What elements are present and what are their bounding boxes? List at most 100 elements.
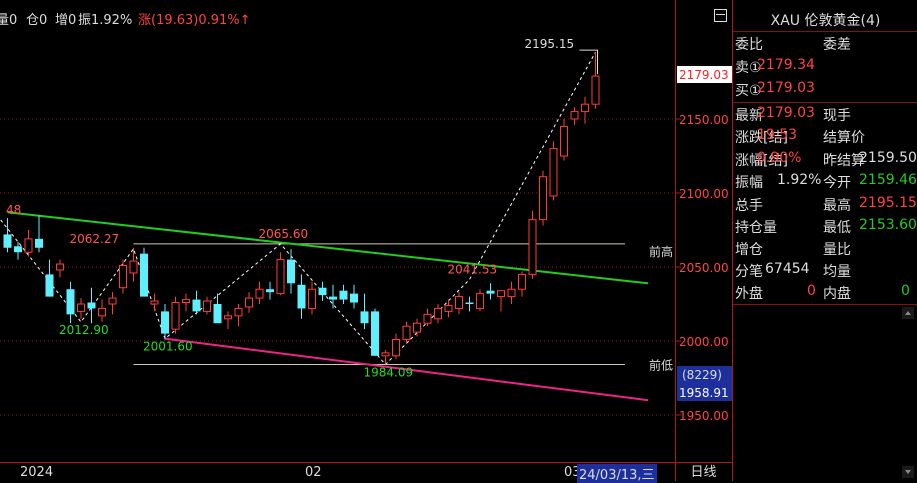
candle-body-up [591, 75, 600, 105]
candle-body-down [339, 290, 348, 300]
price-annotation: 2065.60 [259, 227, 309, 241]
quote-label: 最低 [823, 220, 851, 236]
candle-body-up [171, 302, 180, 330]
quote-value: 2159.50 [859, 150, 917, 166]
candle-body-up [476, 293, 484, 309]
quote-value: 2179.34 [757, 57, 815, 73]
quote-label: 持仓量 [735, 220, 777, 236]
candle-body-down [192, 299, 201, 312]
candle-body-up [497, 290, 505, 298]
price-annotation: 2062.27 [70, 232, 120, 246]
candle-body-up [455, 296, 463, 309]
instrument-title: XAU 伦敦黄金(4) [770, 13, 881, 29]
candle-body-up [108, 297, 117, 305]
candle-body-down [329, 296, 337, 300]
scroll-down-button[interactable] [902, 466, 914, 478]
quote-label: 内盘 [823, 286, 851, 302]
time-axis: 2024 02 03 24/03/13,三 [0, 462, 675, 483]
candle-body-up [423, 313, 432, 324]
xtick-label: 2024 [20, 465, 54, 480]
candle-body-up [413, 322, 421, 333]
price-annotation: 2012.90 [59, 323, 109, 337]
candle-body-down [297, 284, 306, 309]
candle-body-up [308, 288, 316, 309]
candle-body-up [581, 103, 589, 113]
level-label: 前低 [649, 358, 673, 373]
quote-label: 外盘 [735, 286, 763, 302]
candle-body-up [560, 125, 568, 157]
divider [733, 102, 917, 103]
candle-body-down [318, 287, 327, 296]
candle-body-down [350, 293, 358, 303]
quote-value: 0 [807, 283, 816, 299]
cursor-date-label: 24/03/13,三 [577, 464, 657, 483]
candle-body-down [486, 290, 495, 294]
price-annotation: 2195.15 [525, 37, 575, 51]
candlestick-chart[interactable]: 前高前低 2062.27 2065.60 2041.53 2195.15 2012.90… [0, 0, 675, 462]
quote-label: 现手 [823, 108, 851, 124]
axis-tick-label: 2100.00 [679, 187, 729, 201]
period-button[interactable]: 日线 [675, 462, 732, 482]
quote-value: 2195.15 [859, 195, 917, 211]
candle-body-up [98, 307, 106, 317]
quote-value: 2153.60 [859, 217, 917, 233]
candle-body-up [203, 300, 211, 312]
candle-body-down [213, 304, 222, 324]
quote-label: 量比 [823, 242, 851, 258]
candles-group [3, 52, 600, 365]
candle-body-up [528, 219, 537, 275]
quote-label: 结算价 [823, 130, 865, 146]
candle-body-down [87, 302, 96, 309]
candle-body-up [24, 238, 33, 253]
zigzag-line [0, 51, 596, 366]
candle-body-up [119, 265, 127, 289]
candle-body-up [276, 259, 285, 295]
divider [733, 304, 917, 305]
candle-body-up [518, 273, 526, 290]
candle-body-up [539, 176, 547, 221]
quote-label: 振幅 [735, 175, 763, 191]
candle-body-up [245, 297, 253, 308]
price-annotation: 1984.09 [364, 366, 414, 380]
axis-tick-label: 1950.00 [679, 409, 729, 423]
quote-value: 2179.03 [757, 105, 815, 121]
divider [733, 31, 917, 32]
candle-body-down [35, 238, 43, 248]
candle-body-up [77, 303, 85, 312]
cursor-price-label: 1958.91 [679, 386, 729, 400]
price-annotation: 2041.53 [448, 263, 498, 277]
price-grid [0, 118, 675, 416]
cursor-count-label: (8229) [682, 368, 722, 382]
candle-body-up [507, 288, 516, 298]
candle-body-up [234, 307, 243, 317]
price-axis-svg: 1950.00 2000.00 2050.00 2100.00 2150.00 2179.… [676, 66, 732, 423]
candle-body-up [224, 315, 232, 320]
maximize-icon[interactable] [714, 9, 727, 22]
quote-value: 1.92% [777, 172, 822, 188]
current-price-label: 2179.03 [679, 68, 729, 82]
candle-body-down [140, 253, 148, 297]
level-label: 前高 [649, 244, 673, 259]
quote-value: 0.90% [757, 150, 802, 166]
candle-body-up [150, 300, 159, 305]
candle-body-down [161, 311, 169, 334]
high-marker-line [579, 49, 598, 75]
candle-body-down [14, 246, 22, 253]
annotations: 2062.27 2065.60 2041.53 2195.15 2012.90 2001.… [6, 37, 598, 380]
quote-value: 19.53 [757, 127, 798, 143]
quote-label: 分笔 [735, 264, 763, 280]
candle-body-up [402, 325, 411, 341]
quote-label: 总手 [735, 198, 763, 214]
candle-body-up [129, 260, 138, 274]
quote-label: 均量 [823, 264, 851, 280]
candle-body-up [255, 288, 264, 299]
zigzag-polyline [0, 51, 596, 366]
quote-value: 2179.03 [757, 80, 815, 96]
candle-body-up [434, 307, 442, 320]
scroll-up-button[interactable] [902, 307, 914, 319]
candle-body-down [360, 311, 369, 324]
candle-body-up [381, 352, 390, 357]
price-annotation: 2001.60 [143, 340, 193, 354]
price-annotation: 48 [6, 203, 21, 217]
candle-body-down [66, 289, 75, 315]
